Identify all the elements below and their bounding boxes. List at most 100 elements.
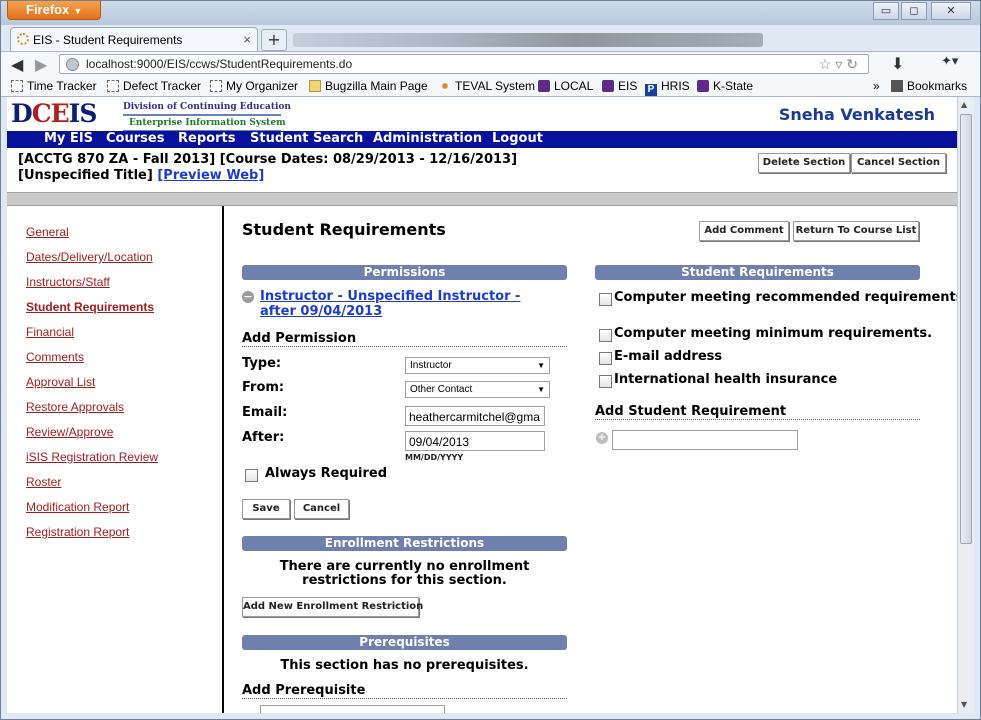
download-icon[interactable]: ⬇	[891, 54, 904, 73]
student-requirement-input[interactable]	[612, 430, 798, 450]
course-line-1: [ACCTG 870 ZA - Fall 2013] [Course Dates…	[18, 152, 518, 167]
star-icon[interactable]: ☆▿↻	[819, 56, 862, 73]
close-tab-icon[interactable]: ×	[243, 32, 251, 47]
save-button[interactable]: Save	[242, 499, 290, 519]
add-prerequisite-header: Add Prerequisite	[242, 683, 567, 699]
page-scrollbar[interactable]: ▲ ▼	[957, 97, 974, 713]
tab-eis-student-requirements[interactable]: EIS - Student Requirements ×	[10, 27, 258, 51]
menu-my-eis[interactable]: My EIS	[44, 131, 93, 146]
back-arrow-icon[interactable]: ◀	[11, 55, 23, 74]
sidebar-item-isis-review[interactable]: iSIS Registration Review	[26, 450, 158, 464]
sidebar-item-registration-report[interactable]: Registration Report	[26, 525, 129, 539]
scrollbar-thumb[interactable]	[960, 114, 972, 544]
sidebar-item-dates[interactable]: Dates/Delivery/Location	[26, 250, 153, 264]
chevron-down-icon: ▼	[537, 361, 545, 370]
wildcat-icon	[697, 80, 709, 92]
cancel-button[interactable]: Cancel	[294, 499, 349, 519]
bookmark-label: Defect Tracker	[123, 79, 202, 93]
wildcat-icon	[602, 80, 614, 92]
maximize-button[interactable]: ◻	[901, 2, 927, 20]
sidebar-item-comments[interactable]: Comments	[26, 350, 84, 364]
wildcat-icon	[538, 80, 550, 92]
bookmark-bugzilla[interactable]: Bugzilla Main Page	[309, 79, 428, 93]
firefox-menu-label: Firefox	[26, 2, 70, 17]
add-icon[interactable]: +	[596, 432, 608, 444]
always-required-label: Always Required	[265, 466, 388, 481]
after-label: After:	[242, 430, 285, 445]
sidebar-item-approval-list[interactable]: Approval List	[26, 375, 95, 389]
chevron-down-icon: ▼	[73, 6, 83, 16]
menu-reports[interactable]: Reports	[178, 131, 235, 146]
url-bar[interactable]: localhost:9000/EIS/ccws/StudentRequireme…	[59, 54, 869, 74]
sidebar-item-general[interactable]: General	[26, 225, 69, 239]
permissions-header: Permissions	[242, 265, 567, 280]
bookmark-my-organizer[interactable]: My Organizer	[210, 79, 298, 93]
bookmark-eis[interactable]: EIS	[602, 79, 637, 93]
from-label: From:	[242, 380, 285, 395]
bookmark-local[interactable]: LOCAL	[538, 79, 593, 93]
cancel-section-button[interactable]: Cancel Section	[851, 153, 946, 173]
sidebar-divider	[222, 206, 224, 713]
sidebar-item-roster[interactable]: Roster	[26, 475, 61, 489]
tab-title: EIS - Student Requirements	[33, 33, 183, 47]
remove-icon[interactable]: −	[242, 291, 254, 303]
from-select[interactable]: Other Contact ▼	[405, 381, 550, 398]
bookmark-teval[interactable]: TEVAL System	[439, 79, 535, 93]
email-field[interactable]: heathercarmitchel@gma	[405, 406, 545, 426]
close-window-button[interactable]: ✕	[931, 2, 971, 20]
requirement-label: Computer meeting minimum requirements.	[614, 326, 933, 341]
add-comment-button[interactable]: Add Comment	[699, 221, 789, 241]
enrollment-restrictions-header: Enrollment Restrictions	[242, 536, 567, 551]
delete-section-button[interactable]: Delete Section	[758, 153, 850, 173]
sidebar-item-review-approve[interactable]: Review/Approve	[26, 425, 113, 439]
menu-student-search[interactable]: Student Search	[250, 131, 363, 146]
new-tab-button[interactable]: +	[261, 29, 287, 51]
prerequisite-input[interactable]	[260, 705, 445, 713]
bookmark-hris[interactable]: P HRIS	[645, 79, 690, 96]
sidebar-item-restore-approvals[interactable]: Restore Approvals	[26, 400, 124, 414]
prerequisites-header: Prerequisites	[242, 635, 567, 650]
menu-courses[interactable]: Courses	[106, 131, 164, 146]
permission-link[interactable]: Instructor - Unspecified Instructor - af…	[260, 289, 560, 319]
menu-logout[interactable]: Logout	[492, 131, 543, 146]
bookmarks-menu[interactable]: Bookmarks	[891, 79, 967, 93]
loading-icon	[17, 33, 29, 45]
type-value: Instructor	[410, 360, 452, 371]
scroll-up-icon[interactable]: ▲	[961, 100, 967, 109]
bookmark-defect-tracker[interactable]: Defect Tracker	[107, 79, 201, 93]
logo-line-1: Division of Continuing Education	[123, 102, 291, 112]
page-icon	[107, 80, 119, 92]
requirement-checkbox[interactable]	[599, 329, 612, 342]
after-date-field[interactable]: 09/04/2013	[405, 431, 545, 451]
browser-window: Firefox ▼ ▭ ◻ ✕ EIS - Student Requirement…	[0, 0, 981, 720]
requirement-checkbox[interactable]	[599, 375, 612, 388]
firefox-menu-button[interactable]: Firefox ▼	[7, 1, 101, 20]
bookmark-time-tracker[interactable]: Time Tracker	[11, 79, 97, 93]
course-line-2: [Unspecified Title] [Preview Web]	[18, 168, 517, 184]
add-permission-header: Add Permission	[242, 331, 567, 347]
preview-web-link[interactable]: [Preview Web]	[157, 168, 264, 183]
bookmark-kstate[interactable]: K-State	[697, 79, 753, 93]
type-select[interactable]: Instructor ▼	[405, 357, 550, 374]
minimize-button[interactable]: ▭	[873, 2, 899, 20]
sidebar-item-financial[interactable]: Financial	[26, 325, 74, 339]
forward-arrow-icon[interactable]: ▶	[35, 55, 47, 74]
requirement-checkbox[interactable]	[599, 352, 612, 365]
date-format-hint: MM/DD/YYYY	[405, 453, 464, 462]
scroll-down-icon[interactable]: ▼	[961, 700, 967, 709]
sidebar-item-instructors[interactable]: Instructors/Staff	[26, 275, 110, 289]
always-required-checkbox[interactable]	[245, 469, 258, 482]
menu-administration[interactable]: Administration	[373, 131, 482, 146]
bookmarks-overflow[interactable]: »	[873, 79, 880, 93]
logo-subtitle: Division of Continuing Education Enterpr…	[123, 101, 291, 133]
sidebar-item-student-requirements[interactable]: Student Requirements	[26, 300, 154, 314]
course-info: [ACCTG 870 ZA - Fall 2013] [Course Dates…	[18, 152, 517, 184]
return-to-course-list-button[interactable]: Return To Course List	[793, 221, 919, 241]
sidebar-item-modification-report[interactable]: Modification Report	[26, 500, 129, 514]
logo-ce: CE	[31, 99, 70, 128]
chevron-down-icon: ▼	[537, 385, 545, 394]
logo-is: IS	[68, 99, 98, 128]
add-enrollment-restriction-button[interactable]: Add New Enrollment Restriction	[242, 597, 423, 617]
addon-icon[interactable]: ✦▾	[941, 54, 958, 69]
requirement-label: Computer meeting recommended requirement…	[614, 290, 957, 305]
